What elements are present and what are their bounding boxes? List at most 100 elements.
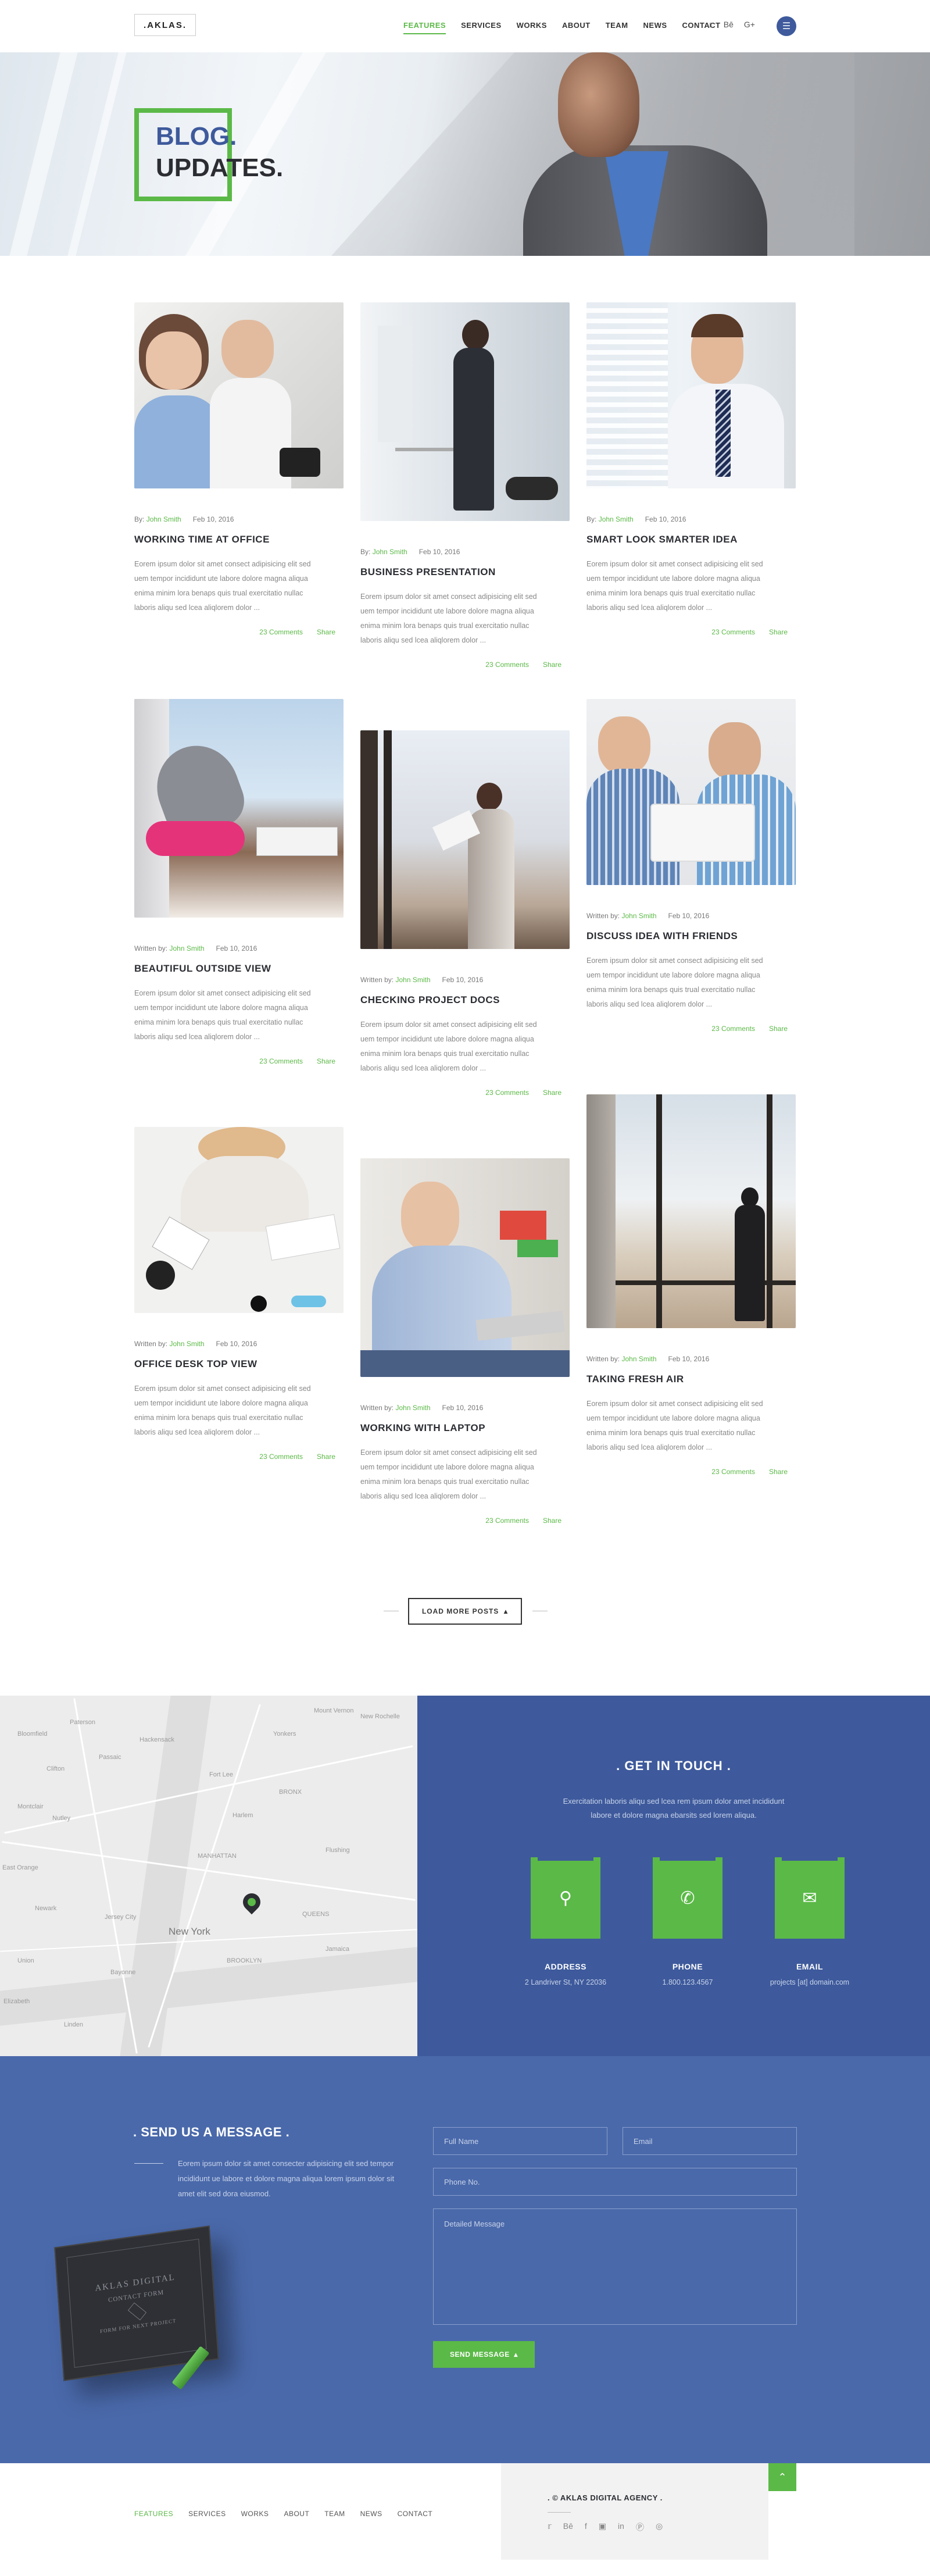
post-image[interactable] <box>134 1127 344 1313</box>
post-author[interactable]: John Smith <box>621 1355 656 1363</box>
post-comments-link[interactable]: 23 Comments <box>711 1468 755 1476</box>
contact-value[interactable]: 1.800.123.4567 <box>641 1978 734 1986</box>
post-image[interactable] <box>360 302 570 521</box>
face-shape <box>598 716 650 775</box>
post-comments-link[interactable]: 23 Comments <box>259 1453 303 1461</box>
post-title[interactable]: TAKING FRESH AIR <box>586 1373 796 1385</box>
post-author[interactable]: John Smith <box>169 1340 204 1348</box>
email-input[interactable]: Email <box>623 2127 797 2155</box>
footer-nav-features[interactable]: FEATURES <box>134 2510 173 2518</box>
post-comments-link[interactable]: 23 Comments <box>485 661 529 669</box>
map-label: Union <box>17 1957 34 1964</box>
post-author[interactable]: John Smith <box>395 976 430 984</box>
post-comments-link[interactable]: 23 Comments <box>485 1517 529 1525</box>
map-label: Montclair <box>17 1803 44 1810</box>
post-share-link[interactable]: Share <box>769 1025 788 1033</box>
linkedin-icon[interactable]: in <box>618 2521 624 2533</box>
nav-about[interactable]: ABOUT <box>562 21 591 34</box>
post-date: Feb 10, 2016 <box>216 1340 257 1348</box>
camera-shape <box>280 448 320 477</box>
twitter-icon[interactable]: 𝕣 <box>709 20 713 30</box>
post-share-link[interactable]: Share <box>317 1453 335 1461</box>
nav-services[interactable]: SERVICES <box>461 21 502 34</box>
post-title[interactable]: WORKING TIME AT OFFICE <box>134 534 344 545</box>
footer-nav-contact[interactable]: CONTACT <box>398 2510 433 2518</box>
back-to-top-button[interactable]: ⌃ <box>768 2463 796 2491</box>
contact-value[interactable]: projects [at] domain.com <box>763 1978 856 1986</box>
post-image[interactable] <box>134 699 344 918</box>
footer-nav-news[interactable]: NEWS <box>360 2510 382 2518</box>
post-title[interactable]: OFFICE DESK TOP VIEW <box>134 1358 344 1370</box>
menu-icon[interactable]: ☰ <box>777 16 796 36</box>
post-title[interactable]: BUSINESS PRESENTATION <box>360 566 570 578</box>
google-plus-icon[interactable]: G+ <box>744 20 755 30</box>
facebook-icon[interactable]: f <box>585 2521 587 2533</box>
blog-post: Written by: John Smith Feb 10, 2016 WORKI… <box>360 1158 570 1525</box>
post-image[interactable] <box>586 302 796 488</box>
post-author[interactable]: John Smith <box>599 515 634 523</box>
window-frame-shape <box>767 1094 772 1328</box>
post-comments-link[interactable]: 23 Comments <box>711 628 755 636</box>
load-more-row: LOAD MORE POSTS ▴ <box>0 1598 930 1625</box>
footer-nav-works[interactable]: WORKS <box>241 2510 269 2518</box>
post-comments-link[interactable]: 23 Comments <box>259 1057 303 1065</box>
nav-works[interactable]: WORKS <box>517 21 547 34</box>
post-image[interactable] <box>134 302 344 488</box>
post-image[interactable] <box>360 1158 570 1377</box>
post-author[interactable]: John Smith <box>169 944 204 952</box>
twitter-icon[interactable]: 𝕣 <box>548 2521 552 2533</box>
behance-icon[interactable]: Bē <box>724 20 734 30</box>
post-excerpt: Eorem ipsum dolor sit amet consect adipi… <box>134 560 311 612</box>
post-excerpt: Eorem ipsum dolor sit amet consect adipi… <box>360 1021 537 1072</box>
post-share-link[interactable]: Share <box>543 1517 561 1525</box>
tie-shape <box>716 390 731 477</box>
post-title[interactable]: DISCUSS IDEA WITH FRIENDS <box>586 930 796 942</box>
post-image[interactable] <box>586 699 796 885</box>
map-pin-icon[interactable] <box>239 1889 264 1915</box>
post-author[interactable]: John Smith <box>621 912 656 920</box>
post-image[interactable] <box>586 1094 796 1328</box>
lamp-shape <box>146 1261 175 1290</box>
post-share-link[interactable]: Share <box>769 628 788 636</box>
post-title[interactable]: SMART LOOK SMARTER IDEA <box>586 534 796 545</box>
post-share-link[interactable]: Share <box>317 628 335 636</box>
dribbble-icon[interactable]: ◎ <box>656 2521 663 2533</box>
logo[interactable]: .AKLAS. <box>134 14 196 36</box>
post-share-link[interactable]: Share <box>317 1057 335 1065</box>
pinterest-icon[interactable]: Ⓟ <box>636 2521 644 2533</box>
post-comments-link[interactable]: 23 Comments <box>485 1089 529 1097</box>
post-share-link[interactable]: Share <box>543 661 561 669</box>
post-comments-link[interactable]: 23 Comments <box>259 628 303 636</box>
map-label: Fort Lee <box>209 1771 233 1778</box>
post-share-link[interactable]: Share <box>543 1089 561 1097</box>
behance-icon[interactable]: Bē <box>563 2521 573 2533</box>
post-excerpt: Eorem ipsum dolor sit amet consect adipi… <box>134 989 311 1041</box>
phone-input[interactable]: Phone No. <box>433 2168 797 2196</box>
nav-features[interactable]: FEATURES <box>403 21 446 34</box>
post-footer: 23 Comments Share <box>134 628 344 636</box>
blog-post: Written by: John Smith Feb 10, 2016 CHECK… <box>360 730 570 1097</box>
post-author[interactable]: John Smith <box>395 1404 430 1412</box>
location-map[interactable]: Paterson Clifton Passaic Hackensack Mont… <box>0 1696 417 2056</box>
nav-team[interactable]: TEAM <box>606 21 628 34</box>
message-textarea[interactable]: Detailed Message <box>433 2208 797 2325</box>
send-message-button[interactable]: SEND MESSAGE ▴ <box>433 2341 535 2368</box>
footer-nav-services[interactable]: SERVICES <box>188 2510 226 2518</box>
post-author[interactable]: John Smith <box>373 548 407 556</box>
post-share-link[interactable]: Share <box>769 1468 788 1476</box>
post-image[interactable] <box>360 730 570 949</box>
section-title: . GET IN TOUCH . <box>616 1758 731 1773</box>
post-comments-link[interactable]: 23 Comments <box>711 1025 755 1033</box>
instagram-icon[interactable]: ▣ <box>599 2521 606 2533</box>
footer-nav-team[interactable]: TEAM <box>324 2510 345 2518</box>
post-title[interactable]: BEAUTIFUL OUTSIDE VIEW <box>134 963 344 975</box>
post-author[interactable]: John Smith <box>146 515 181 523</box>
load-more-button[interactable]: LOAD MORE POSTS ▴ <box>408 1598 522 1625</box>
map-label: Paterson <box>70 1719 96 1726</box>
post-title[interactable]: CHECKING PROJECT DOCS <box>360 994 570 1006</box>
post-title[interactable]: WORKING WITH LAPTOP <box>360 1422 570 1434</box>
full-name-input[interactable]: Full Name <box>433 2127 607 2155</box>
footer-nav-about[interactable]: ABOUT <box>284 2510 309 2518</box>
nav-news[interactable]: NEWS <box>643 21 667 34</box>
contact-email: ✉ EMAIL projects [at] domain.com <box>763 1857 856 1986</box>
